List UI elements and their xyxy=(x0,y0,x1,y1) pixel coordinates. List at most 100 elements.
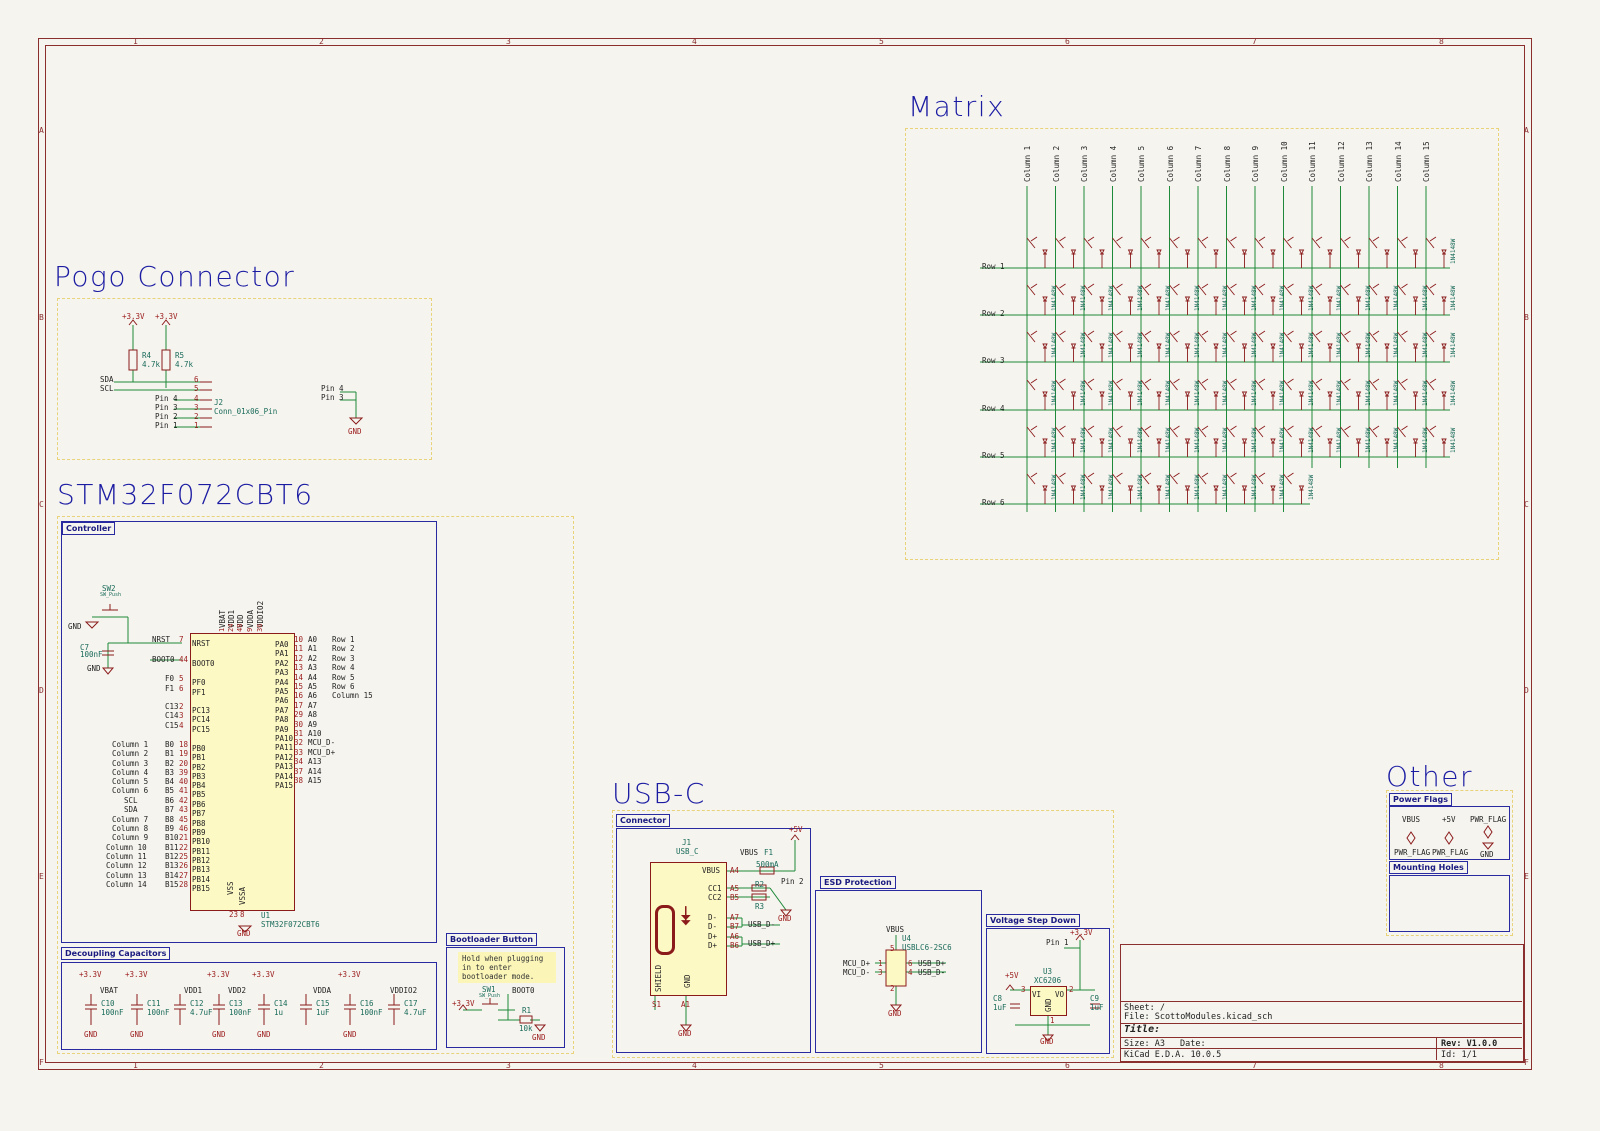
usb-pin-num: A4 xyxy=(730,866,740,875)
other-pwr-flag-2: PWR_FLAG xyxy=(1432,848,1469,857)
matrix-diode xyxy=(1156,249,1162,268)
matrix-diode xyxy=(1298,296,1305,315)
matrix-diode xyxy=(1384,249,1390,268)
matrix-diode xyxy=(1270,391,1276,410)
mcu-right-pin-name: PA8 xyxy=(275,715,289,724)
usb-plus5: +5V xyxy=(789,825,803,834)
mcu-left-net: B4 xyxy=(165,777,175,786)
matrix-diode-label: 1N4148W xyxy=(1364,285,1372,311)
matrix-column-label: Column 5 xyxy=(1137,145,1146,182)
matrix-diode-label: 1N4148W xyxy=(1222,332,1229,358)
usb-pin-name: D+ xyxy=(708,932,718,941)
mcu-right-ext-label: Row 4 xyxy=(332,663,355,672)
mcu-left-net: B9 xyxy=(165,824,175,833)
matrix-diode xyxy=(1441,249,1447,268)
matrix-diode xyxy=(1441,343,1447,362)
usb-pin2: Pin 2 xyxy=(781,877,804,886)
u1-ref: U1 xyxy=(261,911,271,920)
matrix-switch xyxy=(1340,236,1351,249)
mcu-left-pin-name: BOOT0 xyxy=(192,659,215,668)
matrix-diode-label: 1N4148W xyxy=(1165,427,1172,453)
mcu-right-pin-name: PA14 xyxy=(275,772,294,781)
matrix-diode-label: 1N4148W xyxy=(1051,332,1058,358)
matrix-diode-label: 1N4148W xyxy=(1165,474,1172,500)
matrix-diode xyxy=(1042,249,1048,268)
mcu-left-pin-num: 6 xyxy=(179,684,184,693)
matrix-diode xyxy=(1184,296,1191,315)
title-block-divider-1 xyxy=(1120,1001,1522,1002)
matrix-switch xyxy=(1055,236,1066,249)
matrix-diode xyxy=(1184,391,1191,410)
matrix-column-label: Column 15 xyxy=(1422,141,1431,182)
usb-a1-num: A1 xyxy=(681,1000,691,1009)
mcu-left-pin-num: 27 xyxy=(179,871,189,880)
matrix-diode xyxy=(1070,485,1077,504)
matrix-switch xyxy=(1425,236,1437,249)
mcu-left-net: B6 xyxy=(165,796,175,805)
matrix-diode xyxy=(1156,438,1162,457)
matrix-diode xyxy=(1099,343,1105,362)
matrix-diode xyxy=(1384,296,1390,315)
mcu-right-ext-label: Row 2 xyxy=(332,644,355,653)
matrix-diode-label: 1N4148W xyxy=(1421,380,1429,406)
mcu-left-net: B8 xyxy=(165,815,175,824)
usb-pin-num: B6 xyxy=(730,941,740,950)
matrix-diode-label: 1N4148W xyxy=(1108,380,1115,406)
matrix-diode-label: 1N4148W xyxy=(1193,285,1201,311)
matrix-diode-label: 1N4148W xyxy=(1250,380,1258,406)
matrix-row-label: Row 2 xyxy=(982,309,1005,318)
matrix-diode xyxy=(1184,485,1191,504)
esd-num-6: 6 xyxy=(908,959,913,968)
matrix-diode-label: 1N4148W xyxy=(1051,380,1058,406)
esd-mcu-dp: MCU_D+ xyxy=(843,959,871,968)
mcu-left-net: B14 xyxy=(165,871,179,880)
mcu-left-pin-name: PB2 xyxy=(192,763,206,772)
mcu-right-ext-label: Row 1 xyxy=(332,635,355,644)
mcu-left-pin-num: 26 xyxy=(179,861,189,870)
title-file: File: ScottoModules.kicad_sch xyxy=(1124,1012,1273,1022)
mcu-left-pin-name: PB14 xyxy=(192,875,211,884)
matrix-row-label: Row 1 xyxy=(982,262,1005,271)
matrix-diode-label: 1N4148W xyxy=(1336,332,1343,358)
mcu-left-pin-name: PC13 xyxy=(192,706,211,715)
decoupling-cap-value: 100nF xyxy=(147,1008,170,1017)
matrix-diode xyxy=(1127,343,1134,362)
mcu-left-pin-name: PB3 xyxy=(192,772,206,781)
mcu-left-pin-num: 22 xyxy=(179,843,189,852)
matrix-switch xyxy=(1026,236,1038,249)
matrix-switch xyxy=(1026,283,1038,296)
matrix-diode-label: 1N4148W xyxy=(1108,285,1115,311)
matrix-diode xyxy=(1042,485,1048,504)
decoupling-cap-ref: C14 xyxy=(274,999,288,1008)
matrix-diode-label: 1N4148W xyxy=(1250,332,1258,358)
matrix-diode-label: 1N4148W xyxy=(1279,474,1286,500)
usb-shield-pin: SHIELD xyxy=(654,964,663,992)
mcu-left-pin-name: PB12 xyxy=(192,856,211,865)
mcu-vssa-pin: VSSA xyxy=(238,886,247,905)
mcu-left-pin-num: 41 xyxy=(179,786,189,795)
mcu-right-net: A4 xyxy=(308,673,318,682)
mcu-left-pin-num: 18 xyxy=(179,740,189,749)
decoupling-cap-value: 100nF xyxy=(229,1008,252,1017)
mcu-right-net: A5 xyxy=(308,682,318,691)
matrix-diode-label: 1N4148W xyxy=(1336,380,1343,406)
pogo-pin3-label: Pin 3 xyxy=(321,393,344,402)
mcu-right-pin-name: PA13 xyxy=(275,762,294,771)
mcu-left-net: F0 xyxy=(165,674,175,683)
title-id: Id: 1/1 xyxy=(1441,1050,1477,1060)
mcu-right-pin-num: 13 xyxy=(294,663,304,672)
matrix-diode xyxy=(1213,485,1219,504)
matrix-diode xyxy=(1042,296,1048,315)
mcu-left-ext-label: Column 9 xyxy=(112,833,149,842)
bootloader-gnd: GND xyxy=(532,1033,546,1042)
usb-pin-name: D- xyxy=(708,913,718,922)
mcu-top-pin-name: VDDA xyxy=(246,609,255,628)
sw2-gnd-label: GND xyxy=(68,622,82,631)
matrix-diode xyxy=(1241,343,1248,362)
matrix-diode xyxy=(1412,438,1419,457)
decoupling-cap-ref: C10 xyxy=(101,999,115,1008)
mcu-left-pin-name: PB5 xyxy=(192,790,206,799)
mcu-left-pin-name: PB4 xyxy=(192,781,206,790)
mcu-right-pin-num: 30 xyxy=(294,720,304,729)
decoupling-rail: +3.3V xyxy=(125,970,148,979)
